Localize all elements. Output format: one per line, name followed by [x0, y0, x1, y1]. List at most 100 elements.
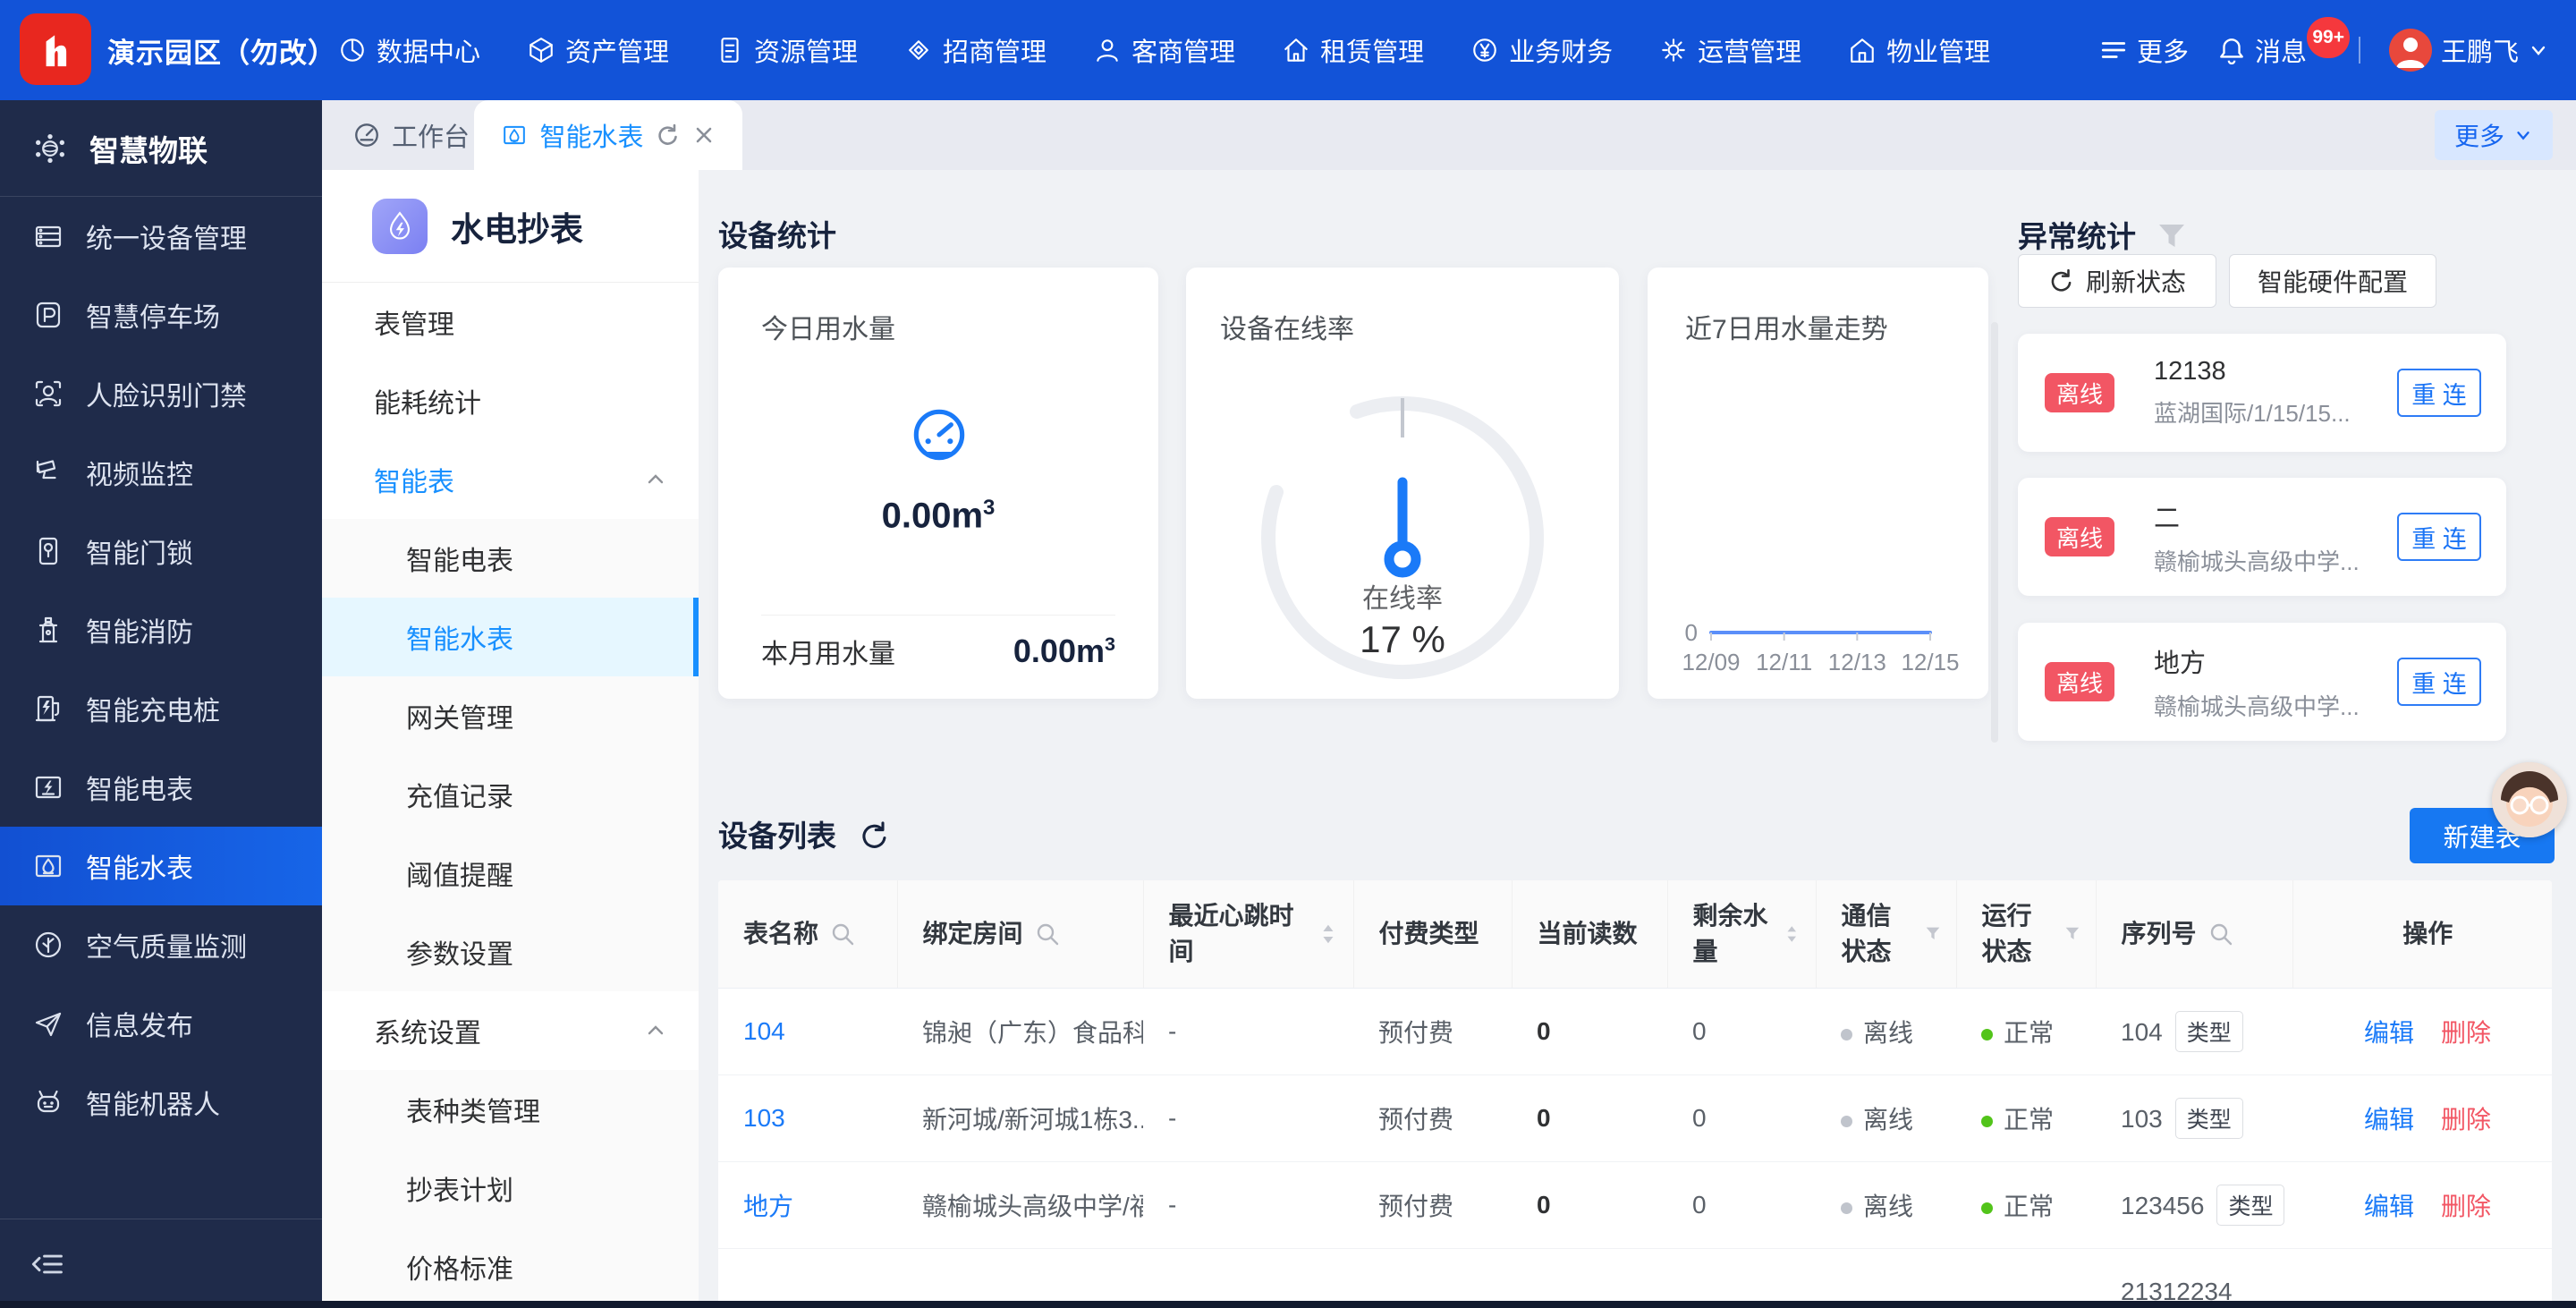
navbar-right: 更多 消息 99+ 王鹏飞	[2099, 0, 2549, 100]
type-tag[interactable]: 类型	[2175, 1098, 2243, 1139]
submenu-item-智能表[interactable]: 智能表	[322, 440, 699, 519]
submenu-item-参数设置[interactable]: 参数设置	[322, 913, 699, 991]
column-header-当前读数: 当前读数	[1512, 880, 1667, 988]
cell-meter-name[interactable]: 地方	[718, 1161, 897, 1248]
panel-scrollbar[interactable]	[1991, 322, 1998, 743]
column-header-运行状态: 运行状态	[1956, 880, 2096, 988]
nav-item-operation[interactable]: 运营管理	[1659, 31, 1801, 69]
submenu-item-智能水表[interactable]: 智能水表	[322, 598, 699, 676]
submenu-item-阈值提醒[interactable]: 阈值提醒	[322, 834, 699, 913]
tab-close-icon[interactable]	[692, 123, 716, 147]
tab-label: 智能水表	[539, 116, 643, 154]
water-electric-meter-icon	[372, 199, 428, 254]
cell-actions	[2292, 1248, 2552, 1308]
filter-icon[interactable]	[2157, 222, 2187, 251]
sidebar-item-camera[interactable]: 视频监控	[0, 433, 322, 512]
cell-pay-type: 预付费	[1353, 1161, 1512, 1248]
filter-icon[interactable]	[1924, 922, 1942, 947]
edit-link[interactable]: 编辑	[2364, 1019, 2414, 1047]
edit-link[interactable]: 编辑	[2364, 1193, 2414, 1220]
sidebar-item-send[interactable]: 信息发布	[0, 984, 322, 1063]
sidebar-item-emeter[interactable]: 智能电表	[0, 748, 322, 827]
sidebar-item-devices[interactable]: 统一设备管理	[0, 197, 322, 276]
reconnect-button[interactable]: 重 连	[2397, 513, 2481, 561]
nav-item-invest[interactable]: 招商管理	[904, 31, 1046, 69]
tab-smart-water-meter[interactable]: 智能水表	[474, 100, 742, 170]
cell-meter-name[interactable]	[718, 1248, 897, 1308]
cell-actions: 编辑删除	[2292, 1161, 2552, 1248]
search-icon[interactable]	[1034, 921, 1061, 947]
tab-refresh-icon[interactable]	[656, 123, 681, 148]
submenu-item-能耗统计[interactable]: 能耗统计	[322, 361, 699, 440]
sort-icon[interactable]	[1783, 921, 1801, 947]
sidebar-item-air[interactable]: 空气质量监测	[0, 905, 322, 984]
cell-room: 赣榆城头高级中学/福...	[897, 1161, 1143, 1248]
submenu-title: 水电抄表	[451, 202, 583, 251]
sidebar-footer	[0, 1219, 322, 1308]
search-icon[interactable]	[829, 921, 856, 947]
reload-list-icon[interactable]	[859, 820, 891, 852]
x-axis-label: 12/13	[1828, 649, 1886, 675]
submenu-item-表种类管理[interactable]: 表种类管理	[322, 1070, 699, 1149]
submenu-item-价格标准[interactable]: 价格标准	[322, 1227, 699, 1301]
tab-workbench[interactable]: 工作台	[352, 100, 470, 170]
cell-meter-name[interactable]: 104	[718, 988, 897, 1074]
cell-meter-name[interactable]: 103	[718, 1074, 897, 1161]
sidebar-item-parking[interactable]: 智慧停车场	[0, 276, 322, 354]
app-logo[interactable]	[20, 13, 91, 85]
cell-serial: 104类型	[2096, 988, 2292, 1074]
messages-button[interactable]: 消息 99+	[2217, 31, 2307, 69]
sidebar-item-face[interactable]: 人脸识别门禁	[0, 354, 322, 433]
cell-actions: 编辑删除	[2292, 1074, 2552, 1161]
user-menu[interactable]: 王鹏飞	[2389, 29, 2549, 72]
sidebar-item-charger[interactable]: 智能充电桩	[0, 669, 322, 748]
filter-icon[interactable]	[2063, 922, 2081, 947]
nav-item-merchant[interactable]: 客商管理	[1093, 31, 1235, 69]
reconnect-button[interactable]: 重 连	[2397, 658, 2481, 706]
nav-item-lease[interactable]: 租赁管理	[1282, 31, 1424, 69]
search-icon[interactable]	[2207, 921, 2234, 947]
type-tag[interactable]: 类型	[2216, 1185, 2284, 1226]
nav-item-resource[interactable]: 资源管理	[716, 31, 858, 69]
submenu-item-系统设置[interactable]: 系统设置	[322, 991, 699, 1070]
column-header-绑定房间: 绑定房间	[897, 880, 1143, 988]
assistant-avatar[interactable]	[2492, 762, 2567, 837]
top-navbar: 演示园区（勿改） 数据中心 资产管理 资源管理 招商管理 客商管理 租赁管理 业务财务 运营管…	[0, 0, 2576, 100]
cell-actions: 编辑删除	[2292, 988, 2552, 1074]
delete-link[interactable]: 删除	[2441, 1106, 2491, 1134]
hardware-config-button[interactable]: 智能硬件配置	[2229, 254, 2436, 308]
cell-run-status: 正常	[1956, 1161, 2096, 1248]
tabs-more-button[interactable]: 更多	[2435, 110, 2553, 160]
cell-reading	[1512, 1248, 1667, 1308]
card-divider	[761, 615, 1115, 616]
user-name: 王鹏飞	[2441, 31, 2519, 69]
sidebar-item-wmeter[interactable]: 智能水表	[0, 827, 322, 905]
more-menu-button[interactable]: 更多	[2099, 31, 2189, 69]
sort-icon[interactable]	[1318, 921, 1339, 947]
nav-item-asset[interactable]: 资产管理	[527, 31, 669, 69]
submenu-item-充值记录[interactable]: 充值记录	[322, 755, 699, 834]
edit-link[interactable]: 编辑	[2364, 1106, 2414, 1134]
delete-link[interactable]: 删除	[2441, 1019, 2491, 1047]
nav-item-finance[interactable]: 业务财务	[1470, 31, 1613, 69]
column-header-最近心跳时间: 最近心跳时间	[1143, 880, 1353, 988]
refresh-icon	[2048, 268, 2075, 294]
submenu-item-抄表计划[interactable]: 抄表计划	[322, 1149, 699, 1227]
reconnect-button[interactable]: 重 连	[2397, 369, 2481, 417]
collapse-sidebar-icon[interactable]	[30, 1246, 66, 1282]
delete-link[interactable]: 删除	[2441, 1193, 2491, 1220]
park-name[interactable]: 演示园区（勿改）	[107, 0, 336, 100]
sidebar-item-doorlock[interactable]: 智能门锁	[0, 512, 322, 590]
chevron-down-icon	[2528, 39, 2549, 61]
sidebar-item-hydrant[interactable]: 智能消防	[0, 590, 322, 669]
nav-item-data-center[interactable]: 数据中心	[338, 31, 480, 69]
type-tag[interactable]: 类型	[2175, 1011, 2243, 1052]
nav-item-property[interactable]: 物业管理	[1848, 31, 1990, 69]
device-location: 赣榆城头高级中学...	[2154, 689, 2397, 722]
sidebar-item-robot[interactable]: 智能机器人	[0, 1063, 322, 1142]
refresh-status-button[interactable]: 刷新状态	[2018, 254, 2216, 308]
submenu-item-表管理[interactable]: 表管理	[322, 283, 699, 361]
submenu-item-网关管理[interactable]: 网关管理	[322, 676, 699, 755]
month-usage-value: 0.00m3	[1013, 633, 1115, 670]
submenu-item-智能电表[interactable]: 智能电表	[322, 519, 699, 598]
